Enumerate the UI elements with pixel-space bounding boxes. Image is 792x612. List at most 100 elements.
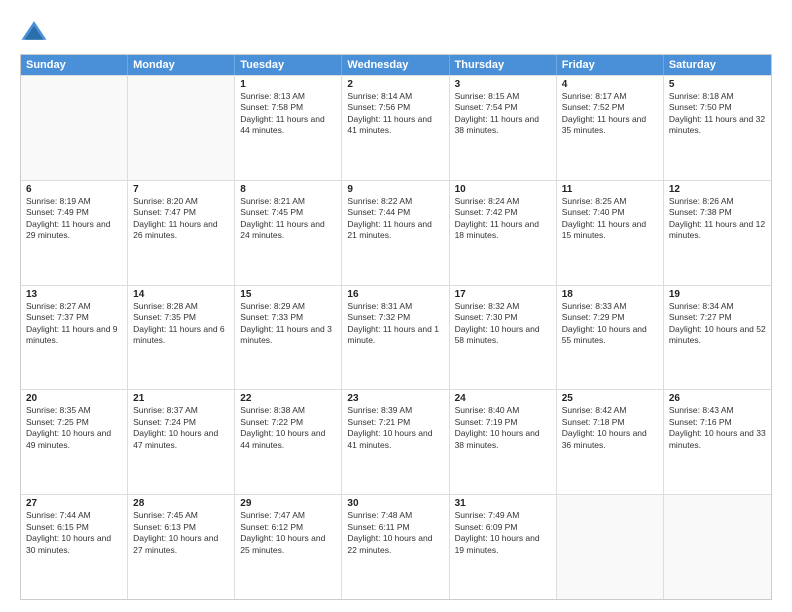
calendar-cell: 27Sunrise: 7:44 AMSunset: 6:15 PMDayligh… [21,495,128,599]
calendar-cell: 22Sunrise: 8:38 AMSunset: 7:22 PMDayligh… [235,390,342,494]
calendar-cell [21,76,128,180]
day-number: 27 [26,498,122,509]
day-number: 19 [669,289,766,300]
cell-info: Sunrise: 8:39 AMSunset: 7:21 PMDaylight:… [347,405,443,451]
day-number: 12 [669,184,766,195]
cell-info: Sunrise: 8:24 AMSunset: 7:42 PMDaylight:… [455,196,551,242]
day-number: 25 [562,393,658,404]
header [20,18,772,46]
calendar-cell: 20Sunrise: 8:35 AMSunset: 7:25 PMDayligh… [21,390,128,494]
calendar: SundayMondayTuesdayWednesdayThursdayFrid… [20,54,772,600]
cell-info: Sunrise: 8:22 AMSunset: 7:44 PMDaylight:… [347,196,443,242]
cell-info: Sunrise: 8:21 AMSunset: 7:45 PMDaylight:… [240,196,336,242]
cell-info: Sunrise: 7:44 AMSunset: 6:15 PMDaylight:… [26,510,122,556]
cell-info: Sunrise: 8:15 AMSunset: 7:54 PMDaylight:… [455,91,551,137]
day-number: 24 [455,393,551,404]
day-number: 11 [562,184,658,195]
cell-info: Sunrise: 8:19 AMSunset: 7:49 PMDaylight:… [26,196,122,242]
cell-info: Sunrise: 8:20 AMSunset: 7:47 PMDaylight:… [133,196,229,242]
header-cell-thursday: Thursday [450,55,557,75]
day-number: 5 [669,79,766,90]
calendar-cell: 6Sunrise: 8:19 AMSunset: 7:49 PMDaylight… [21,181,128,285]
day-number: 26 [669,393,766,404]
calendar-cell: 21Sunrise: 8:37 AMSunset: 7:24 PMDayligh… [128,390,235,494]
calendar-row-5: 27Sunrise: 7:44 AMSunset: 6:15 PMDayligh… [21,494,771,599]
cell-info: Sunrise: 8:28 AMSunset: 7:35 PMDaylight:… [133,301,229,347]
day-number: 6 [26,184,122,195]
day-number: 22 [240,393,336,404]
cell-info: Sunrise: 7:45 AMSunset: 6:13 PMDaylight:… [133,510,229,556]
calendar-cell: 30Sunrise: 7:48 AMSunset: 6:11 PMDayligh… [342,495,449,599]
calendar-cell: 15Sunrise: 8:29 AMSunset: 7:33 PMDayligh… [235,286,342,390]
day-number: 31 [455,498,551,509]
header-cell-tuesday: Tuesday [235,55,342,75]
logo-icon [20,18,48,46]
cell-info: Sunrise: 8:35 AMSunset: 7:25 PMDaylight:… [26,405,122,451]
day-number: 17 [455,289,551,300]
calendar-cell: 28Sunrise: 7:45 AMSunset: 6:13 PMDayligh… [128,495,235,599]
logo [20,18,52,46]
day-number: 3 [455,79,551,90]
calendar-cell: 3Sunrise: 8:15 AMSunset: 7:54 PMDaylight… [450,76,557,180]
calendar-cell: 7Sunrise: 8:20 AMSunset: 7:47 PMDaylight… [128,181,235,285]
header-cell-sunday: Sunday [21,55,128,75]
day-number: 21 [133,393,229,404]
day-number: 7 [133,184,229,195]
day-number: 18 [562,289,658,300]
calendar-row-2: 6Sunrise: 8:19 AMSunset: 7:49 PMDaylight… [21,180,771,285]
calendar-row-4: 20Sunrise: 8:35 AMSunset: 7:25 PMDayligh… [21,389,771,494]
cell-info: Sunrise: 7:47 AMSunset: 6:12 PMDaylight:… [240,510,336,556]
calendar-cell [128,76,235,180]
cell-info: Sunrise: 8:26 AMSunset: 7:38 PMDaylight:… [669,196,766,242]
day-number: 15 [240,289,336,300]
cell-info: Sunrise: 8:37 AMSunset: 7:24 PMDaylight:… [133,405,229,451]
calendar-cell: 31Sunrise: 7:49 AMSunset: 6:09 PMDayligh… [450,495,557,599]
day-number: 16 [347,289,443,300]
day-number: 13 [26,289,122,300]
calendar-cell [557,495,664,599]
header-cell-saturday: Saturday [664,55,771,75]
header-cell-friday: Friday [557,55,664,75]
cell-info: Sunrise: 8:25 AMSunset: 7:40 PMDaylight:… [562,196,658,242]
calendar-cell: 1Sunrise: 8:13 AMSunset: 7:58 PMDaylight… [235,76,342,180]
calendar-cell: 8Sunrise: 8:21 AMSunset: 7:45 PMDaylight… [235,181,342,285]
calendar-row-3: 13Sunrise: 8:27 AMSunset: 7:37 PMDayligh… [21,285,771,390]
day-number: 20 [26,393,122,404]
calendar-cell [664,495,771,599]
calendar-cell: 14Sunrise: 8:28 AMSunset: 7:35 PMDayligh… [128,286,235,390]
cell-info: Sunrise: 8:27 AMSunset: 7:37 PMDaylight:… [26,301,122,347]
calendar-cell: 24Sunrise: 8:40 AMSunset: 7:19 PMDayligh… [450,390,557,494]
cell-info: Sunrise: 7:49 AMSunset: 6:09 PMDaylight:… [455,510,551,556]
day-number: 4 [562,79,658,90]
calendar-cell: 9Sunrise: 8:22 AMSunset: 7:44 PMDaylight… [342,181,449,285]
cell-info: Sunrise: 8:34 AMSunset: 7:27 PMDaylight:… [669,301,766,347]
calendar-cell: 19Sunrise: 8:34 AMSunset: 7:27 PMDayligh… [664,286,771,390]
day-number: 30 [347,498,443,509]
calendar-cell: 18Sunrise: 8:33 AMSunset: 7:29 PMDayligh… [557,286,664,390]
calendar-cell: 2Sunrise: 8:14 AMSunset: 7:56 PMDaylight… [342,76,449,180]
calendar-cell: 10Sunrise: 8:24 AMSunset: 7:42 PMDayligh… [450,181,557,285]
cell-info: Sunrise: 8:40 AMSunset: 7:19 PMDaylight:… [455,405,551,451]
page: SundayMondayTuesdayWednesdayThursdayFrid… [0,0,792,612]
day-number: 23 [347,393,443,404]
day-number: 10 [455,184,551,195]
calendar-cell: 5Sunrise: 8:18 AMSunset: 7:50 PMDaylight… [664,76,771,180]
header-cell-wednesday: Wednesday [342,55,449,75]
calendar-row-1: 1Sunrise: 8:13 AMSunset: 7:58 PMDaylight… [21,75,771,180]
calendar-cell: 23Sunrise: 8:39 AMSunset: 7:21 PMDayligh… [342,390,449,494]
cell-info: Sunrise: 8:18 AMSunset: 7:50 PMDaylight:… [669,91,766,137]
calendar-cell: 29Sunrise: 7:47 AMSunset: 6:12 PMDayligh… [235,495,342,599]
cell-info: Sunrise: 8:29 AMSunset: 7:33 PMDaylight:… [240,301,336,347]
cell-info: Sunrise: 8:31 AMSunset: 7:32 PMDaylight:… [347,301,443,347]
cell-info: Sunrise: 7:48 AMSunset: 6:11 PMDaylight:… [347,510,443,556]
day-number: 29 [240,498,336,509]
cell-info: Sunrise: 8:32 AMSunset: 7:30 PMDaylight:… [455,301,551,347]
calendar-cell: 4Sunrise: 8:17 AMSunset: 7:52 PMDaylight… [557,76,664,180]
calendar-cell: 12Sunrise: 8:26 AMSunset: 7:38 PMDayligh… [664,181,771,285]
day-number: 14 [133,289,229,300]
calendar-body: 1Sunrise: 8:13 AMSunset: 7:58 PMDaylight… [21,75,771,599]
calendar-cell: 26Sunrise: 8:43 AMSunset: 7:16 PMDayligh… [664,390,771,494]
cell-info: Sunrise: 8:13 AMSunset: 7:58 PMDaylight:… [240,91,336,137]
calendar-cell: 16Sunrise: 8:31 AMSunset: 7:32 PMDayligh… [342,286,449,390]
calendar-cell: 17Sunrise: 8:32 AMSunset: 7:30 PMDayligh… [450,286,557,390]
